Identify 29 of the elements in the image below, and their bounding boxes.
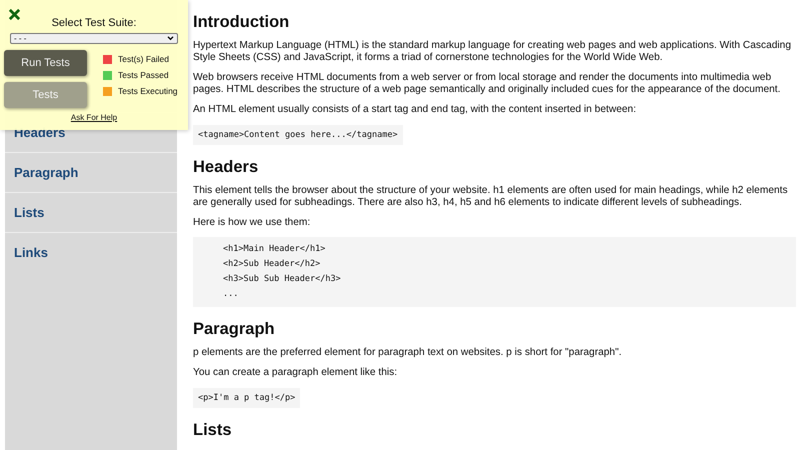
code-line: <h2>Sub Header</h2> [223, 258, 322, 271]
help-link[interactable]: Ask For Help [70, 113, 118, 122]
legend-label: Tests Executing [118, 86, 178, 96]
paragraph: Here is how we use them: [193, 217, 312, 229]
paragraph: p elements are the preferred element for paragraph text on websites. p is short for "paragraph". [193, 347, 623, 359]
code-line: <h3>Sub Sub Header</h3> [223, 273, 342, 286]
code-snippet: <p>I'm a p tag!</p> [193, 388, 300, 408]
section-heading: Lists [193, 420, 233, 440]
sidebar-link[interactable]: Links [5, 232, 177, 272]
sidebar-link[interactable]: Paragraph [5, 152, 177, 192]
code-line: ... [223, 288, 240, 301]
panel-title: Select Test Suite: [52, 17, 136, 29]
code-line: <h1>Main Header</h1> [223, 243, 326, 256]
section-heading: Headers [193, 157, 260, 177]
test-button[interactable]: Run Tests [4, 50, 87, 76]
suite-select[interactable]: - - - [10, 33, 178, 44]
code-snippet: <tagname>Content goes here...</tagname> [193, 125, 403, 145]
chevron-icon [167, 36, 174, 41]
close-icon[interactable] [8, 8, 21, 21]
paragraph: Web browsers receive HTML documents from a web server or from local storage and render the documents into multimedia web pages. HTML describes the structure of a web page semantically and originally included cues for the appearance of the document. [193, 72, 782, 96]
legend-label: Tests Passed [118, 70, 169, 80]
section-heading: Paragraph [193, 319, 276, 339]
legend-label: Test(s) Failed [118, 54, 170, 64]
section-heading: Introduction [193, 12, 290, 32]
paragraph: This element tells the browser about the structure of your website. h1 elements are often used for main headings, while h2 elements are generally used for subheadings. There are also h3, h4, h5 and h6 elements to indicate different levels of subheadings. [193, 185, 789, 209]
paragraph: Hypertext Markup Language (HTML) is the standard markup language for creating web pages and web applications. With Cascading Style Sheets (CSS) and JavaScript, it forms a triad of cornerstone technologies for the World Wide Web. [193, 40, 792, 64]
paragraph: An HTML element usually consists of a start tag and end tag, with the content inserted in between: [193, 104, 638, 116]
paragraph: You can create a paragraph element like this: [193, 367, 398, 379]
sidebar-link[interactable]: Lists [5, 192, 177, 232]
